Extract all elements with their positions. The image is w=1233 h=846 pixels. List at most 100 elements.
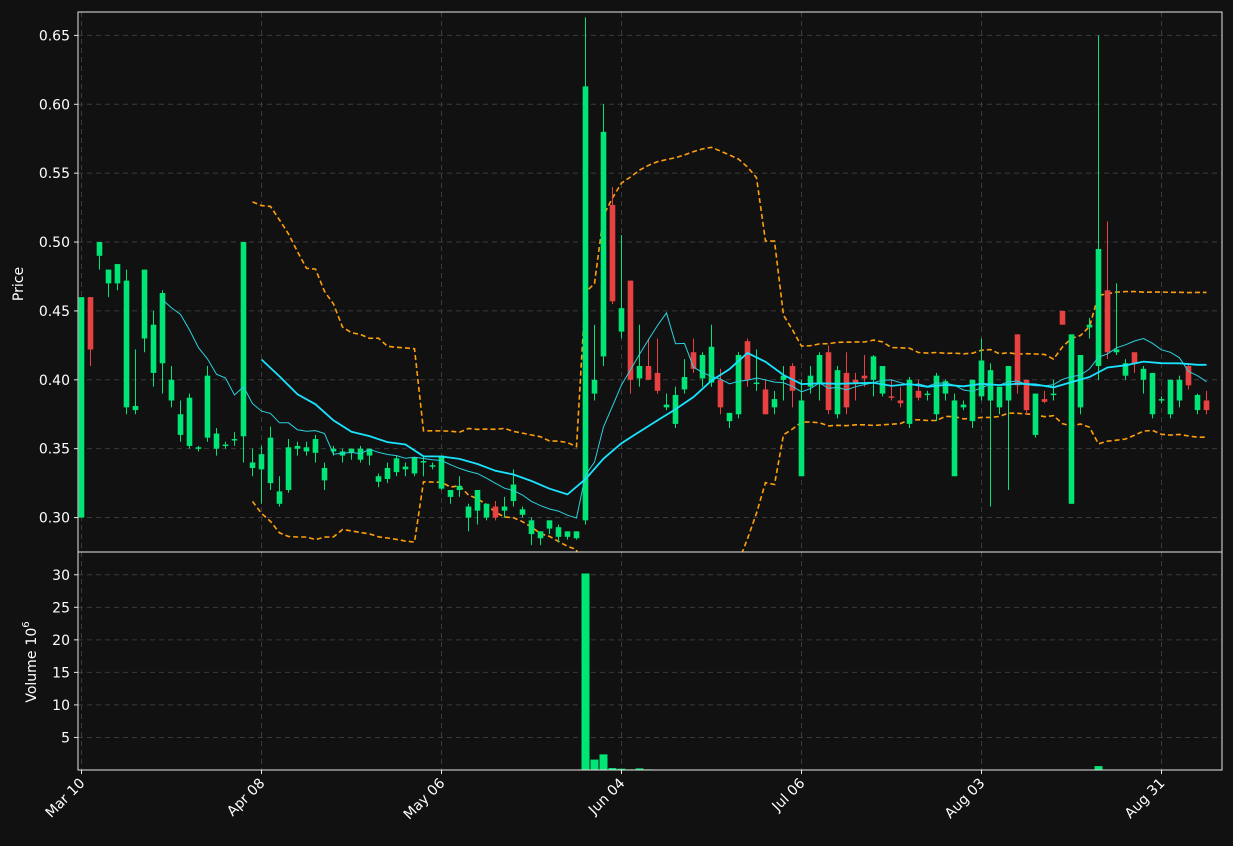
candle-body-up [96,242,103,256]
candle-body-up [510,484,517,502]
candle-body-up [465,506,472,518]
candle-body-up [618,308,625,332]
date-tick-label: Aug 03 [942,776,988,822]
candle-body-up [933,375,940,415]
grid-lines [78,12,1222,770]
price-tick-label: 0.50 [39,235,70,251]
candle-body-up [681,377,688,390]
candle-body-down [915,390,922,398]
candle-body-down [654,372,661,391]
candle-body-up [1095,248,1102,367]
volume-bar [599,754,608,770]
candle-body-up [285,447,292,491]
volume-axis-label: Volume 106 [21,621,40,702]
candle-body-up [267,437,274,484]
volume-tick-labels: 5 10 15 20 25 30 [52,568,78,746]
candle-body-up [276,491,283,504]
candle-body-up [528,520,535,535]
candle-body-up [303,447,310,452]
volume-bar [1094,766,1103,770]
volume-bar [590,759,599,770]
candlestick-chart: 0.30 0.35 0.40 0.45 0.50 0.55 0.60 0.65 5 10 15 20… [11,11,1223,823]
candle-body-up [123,280,130,408]
candle-body-up [1005,366,1012,401]
candle-body-up [150,324,157,373]
price-tick-label: 0.45 [39,304,70,320]
candle-body-up [798,400,805,477]
candle-body-up [168,379,175,401]
upper-band-line [252,146,1207,448]
candle-body-up [591,379,598,394]
candle-body-up [294,445,301,449]
candle-body-down [1131,352,1138,364]
candle-body-up [807,375,814,387]
date-tick-label: Apr 08 [224,776,268,820]
candle-body-up [357,448,364,460]
candle-body-up [555,527,562,537]
candle-body-up [258,454,265,470]
candle-body-up [1113,349,1120,353]
candle-body-up [159,293,166,364]
price-tick-label: 0.55 [39,166,70,182]
candle-body-up [501,506,508,511]
volume-bar [581,573,590,770]
date-tick-label: May 06 [401,775,449,823]
candle-body-up [483,503,490,518]
volume-tick-label: 10 [52,698,70,714]
candle-body-up [141,269,148,339]
candle-body-down [744,341,751,380]
candle-body-up [474,490,481,511]
price-tick-label: 0.40 [39,373,70,389]
date-tick-label: Mar 10 [43,776,89,822]
candle-body-up [600,131,607,357]
volume-axis-exponent-power: 6 [21,621,32,627]
candle-body-up [996,386,1003,408]
candle-body-up [1194,394,1201,411]
lower-band-line [251,412,1207,552]
price-tick-label: 0.30 [39,511,70,527]
candle-body-up [537,531,544,539]
candle-body-down [762,389,769,415]
volume-tick-label: 15 [52,665,70,681]
volume-axis-label-text: Volume [24,651,40,703]
candle-body-up [960,404,967,408]
candle-body-up [924,393,931,396]
candle-body-up [1140,368,1147,380]
candle-body-up [636,366,643,379]
candle-body-up [384,467,391,479]
moving-averages [162,299,1207,519]
candle-body-up [519,509,526,515]
candle-body-up [771,399,778,408]
candle-body-up [1050,393,1057,396]
candle-body-up [1149,372,1156,415]
candle-body-down [1041,399,1048,402]
candle-body-up [231,439,238,441]
candle-body-up [1077,355,1084,408]
candle-body-up [411,456,418,474]
price-axis-label: Price [11,267,27,301]
candle-body-up [222,444,229,447]
candle-body-down [1014,334,1021,386]
candle-body-up [1068,334,1075,504]
fast-moving-average-line [162,299,1207,519]
candle-body-up [420,461,427,463]
volume-axis-exponent-base: 10 [24,628,40,646]
candle-body-up [393,458,400,473]
candle-body-down [627,280,634,380]
candle-body-up [402,466,409,470]
candle-body-up [249,462,256,468]
candle-body-up [114,264,121,284]
candle-body-up [456,485,463,491]
candle-body-up [1167,379,1174,415]
candle-body-down [825,352,832,411]
candle-body-up [1158,399,1165,401]
price-panel-frame [77,11,1223,553]
volume-tick-label: 20 [52,633,70,649]
candle-body-up [726,412,733,422]
date-tick-label: Aug 31 [1122,776,1168,822]
candle-body-down [1203,400,1210,411]
candle-body-up [1176,379,1183,401]
candle-body-down [717,379,724,408]
price-tick-labels: 0.30 0.35 0.40 0.45 0.50 0.55 0.60 0.65 [39,28,78,527]
candle-body-up [186,397,193,446]
